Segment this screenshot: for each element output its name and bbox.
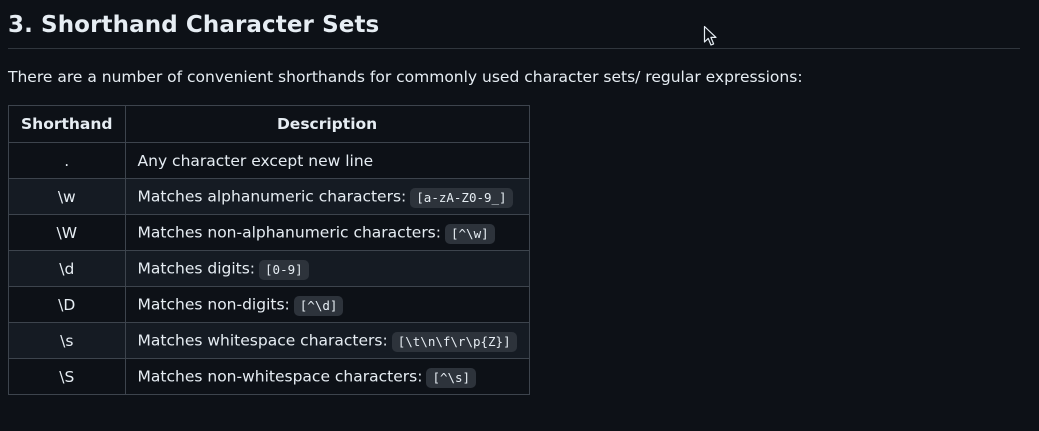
description-cell: Matches non-alphanumeric characters: [^\w… [124, 214, 530, 251]
markdown-page: 3. Shorthand Character Sets There are a … [0, 0, 1039, 431]
code-span: [0-9] [259, 259, 309, 280]
shorthand-cell: \S [8, 358, 126, 395]
shorthand-cell: \D [8, 286, 126, 323]
code-span: [\t\n\f\r\p{Z}] [391, 331, 517, 352]
description-cell: Matches non-whitespace characters: [^\s] [124, 358, 530, 395]
description-text: Matches alphanumeric characters: [137, 187, 407, 205]
table-row: \w Matches alphanumeric characters: [a-zA… [8, 178, 530, 215]
description-text: Matches digits: [137, 259, 256, 277]
table-row: \S Matches non-whitespace characters: [^\… [8, 358, 530, 395]
description-cell: Matches non-digits: [^\d] [124, 286, 530, 323]
description-cell: Matches alphanumeric characters: [a-zA-Z0… [124, 178, 530, 215]
heading-divider [8, 48, 1020, 49]
column-header-description: Description [124, 105, 530, 143]
code-span: [^\s] [426, 367, 477, 388]
description-cell: Matches whitespace characters: [\t\n\f\r\… [124, 322, 530, 359]
shorthand-cell: \W [8, 214, 126, 251]
shorthand-table: Shorthand Description . Any character ex… [8, 105, 530, 395]
intro-paragraph: There are a number of convenient shortha… [8, 68, 803, 86]
table-header-row: Shorthand Description [8, 105, 530, 143]
description-cell: Matches digits: [0-9] [124, 250, 530, 287]
description-text: Matches non-digits: [137, 295, 290, 313]
shorthand-cell: \w [8, 178, 126, 215]
table-row: \D Matches non-digits: [^\d] [8, 286, 530, 323]
shorthand-cell: . [8, 142, 126, 179]
section-heading: 3. Shorthand Character Sets [8, 12, 380, 38]
code-span: [^\d] [293, 295, 344, 316]
mouse-pointer-icon [703, 25, 717, 46]
code-span: [a-zA-Z0-9_] [410, 187, 513, 208]
table-row: \d Matches digits: [0-9] [8, 250, 530, 287]
description-cell: Any character except new line [124, 142, 530, 179]
shorthand-cell: \d [8, 250, 126, 287]
description-text: Matches non-alphanumeric characters: [137, 223, 441, 241]
table-row: \W Matches non-alphanumeric characters:[… [8, 214, 530, 251]
description-text: Matches whitespace characters: [137, 331, 388, 349]
description-text: Matches non-whitespace characters: [137, 367, 423, 385]
description-text: Any character except new line [137, 151, 374, 170]
column-header-shorthand: Shorthand [8, 105, 126, 143]
table-row: . Any character except new line [8, 142, 530, 179]
code-span: [^\w] [445, 223, 495, 244]
table-row: \s Matches whitespace characters: [\t\n\f… [8, 322, 530, 359]
shorthand-cell: \s [8, 322, 126, 359]
